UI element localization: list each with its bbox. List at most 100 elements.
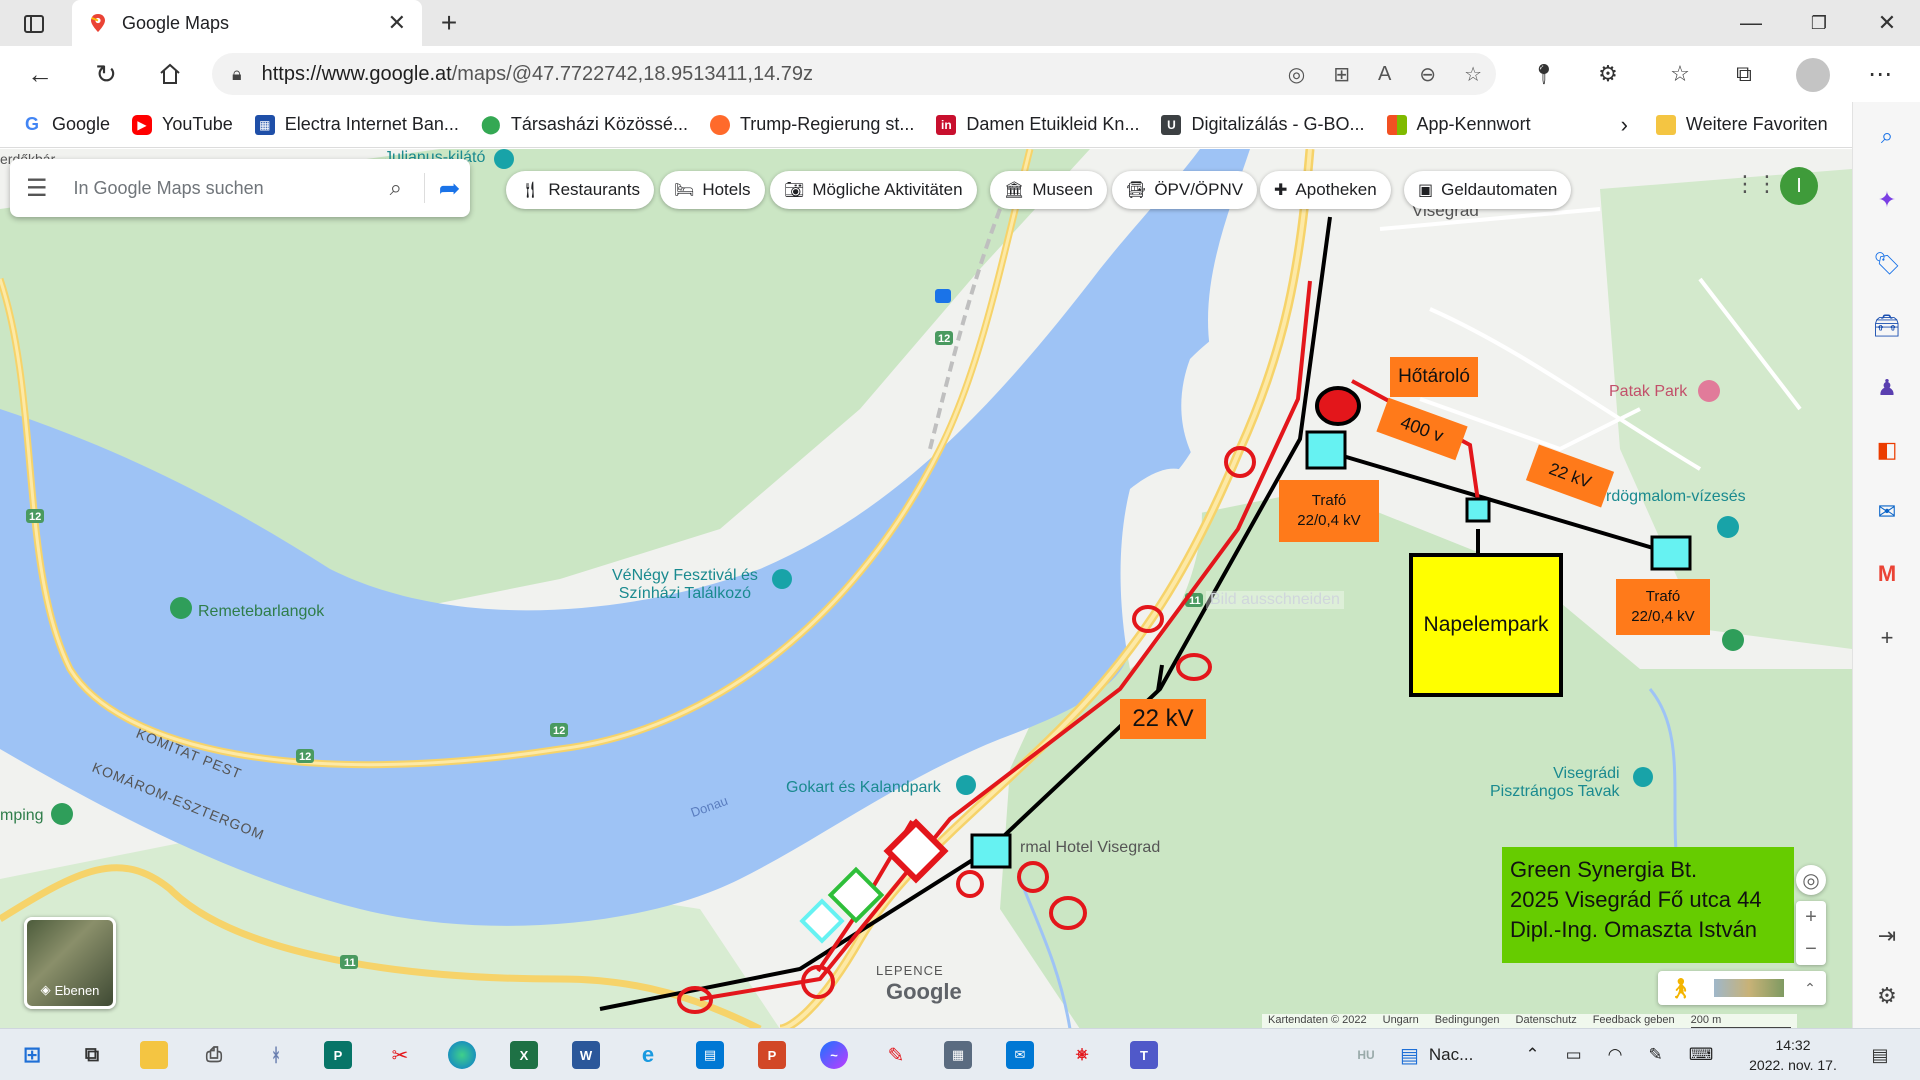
games-icon[interactable]: ♟ <box>1873 374 1901 402</box>
add-icon[interactable]: + <box>1873 624 1901 652</box>
snipping-tool-icon[interactable]: ✂ <box>386 1041 414 1069</box>
collections-icon[interactable]: ⧉ <box>1728 58 1760 90</box>
chip-apotheken[interactable]: ✚ Apotheken <box>1260 171 1391 209</box>
attribution-bedingungen[interactable]: Bedingungen <box>1435 1014 1500 1029</box>
keyboard-icon[interactable]: ⌨ <box>1689 1045 1714 1065</box>
favorites-icon[interactable]: ☆ <box>1664 58 1696 90</box>
battery-icon[interactable]: ▭ <box>1566 1045 1582 1065</box>
back-icon[interactable]: ← <box>24 58 56 90</box>
attribution-datenschutz[interactable]: Datenschutz <box>1516 1014 1577 1029</box>
paint-icon[interactable]: ✎ <box>882 1041 910 1069</box>
bookmark-app-kennwort[interactable]: App-Kennwort <box>1386 114 1531 135</box>
layers-button[interactable]: ◈ Ebenen <box>24 917 116 1009</box>
camping-poi-icon[interactable] <box>51 803 73 825</box>
scale-bar[interactable]: 200 m <box>1690 1014 1791 1029</box>
extension-pin-icon[interactable]: 📍︎ <box>1528 58 1560 90</box>
start-icon[interactable]: ⊞ <box>18 1041 46 1069</box>
outlook-icon[interactable]: ✉ <box>1873 498 1901 526</box>
store-icon[interactable]: ▤ <box>696 1041 724 1069</box>
account-avatar[interactable]: I <box>1780 167 1818 205</box>
bookmark-google[interactable]: G Google <box>22 114 110 135</box>
office-icon[interactable]: ◧ <box>1873 436 1901 464</box>
gokart-poi-icon[interactable] <box>956 775 976 795</box>
chip-aktivitaeten[interactable]: 📷︎ Mögliche Aktivitäten <box>770 171 977 209</box>
bookmark-digitalizalas[interactable]: U Digitalizálás - G-BO... <box>1161 114 1365 135</box>
profile-avatar-icon[interactable] <box>1796 58 1830 92</box>
directions-icon[interactable]: ➦ <box>424 173 460 203</box>
settings-more-icon[interactable]: ⋯ <box>1864 58 1896 90</box>
minimize-icon[interactable]: — <box>1736 8 1766 38</box>
network-app-icon[interactable]: ᚼ <box>262 1041 290 1069</box>
sidebar-settings-icon[interactable]: ⚙ <box>1873 982 1901 1010</box>
pen-icon[interactable]: ✎ <box>1648 1045 1662 1065</box>
copilot-icon[interactable]: ✦ <box>1873 186 1901 214</box>
maps-search-input[interactable]: In Google Maps suchen <box>74 178 390 199</box>
attribution-feedback[interactable]: Feedback geben <box>1593 1014 1675 1029</box>
teams-icon[interactable]: T <box>1130 1041 1158 1069</box>
tab-actions-icon[interactable] <box>20 10 48 38</box>
my-location-icon[interactable]: ◎ <box>1796 865 1826 895</box>
word-icon[interactable]: W <box>572 1041 600 1069</box>
sonne-app-icon[interactable]: ⎈ <box>1068 1041 1096 1069</box>
bookmark-youtube[interactable]: ▶ YouTube <box>132 114 233 135</box>
tab-google-maps[interactable]: Google Maps ✕ <box>72 0 422 46</box>
bookmark-trump[interactable]: Trump-Regierung st... <box>709 114 914 135</box>
expand-icon[interactable]: ⌃ <box>1804 980 1816 997</box>
chip-geldautomaten[interactable]: ▣ Geldautomaten <box>1404 171 1572 209</box>
address-bar[interactable]: 🔒︎ https://www.google.at /maps/@47.77227… <box>212 53 1496 95</box>
new-tab-button[interactable]: + <box>432 7 466 38</box>
tools-icon[interactable]: 🧰︎ <box>1873 312 1901 340</box>
file-explorer-icon[interactable] <box>140 1041 168 1069</box>
maps-search-box[interactable]: ☰ In Google Maps suchen ⌕ ➦ <box>10 159 470 217</box>
gmail-icon[interactable]: M <box>1873 560 1901 588</box>
bookmarks-overflow-icon[interactable]: › <box>1621 112 1628 138</box>
chip-oepv[interactable]: 🚍︎ ÖPV/ÖPNV <box>1112 171 1258 209</box>
zoom-out-icon[interactable]: − <box>1805 933 1817 965</box>
restore-icon[interactable]: ❐ <box>1804 8 1834 38</box>
tray-overflow-icon[interactable]: ⌃ <box>1525 1045 1539 1065</box>
zoom-in-icon[interactable]: + <box>1805 901 1817 933</box>
lock-icon[interactable]: 🔒︎ <box>232 64 242 85</box>
waterfall-poi-icon[interactable] <box>1717 516 1739 538</box>
tree-poi-icon[interactable] <box>1722 629 1744 651</box>
close-tab-icon[interactable]: ✕ <box>388 10 406 36</box>
imagery-thumbnails-icon[interactable] <box>1713 979 1784 997</box>
zoom-out-icon[interactable]: ⊖ <box>1419 62 1436 87</box>
shopping-icon[interactable]: 🏷︎ <box>1873 250 1901 278</box>
bookmark-electra[interactable]: ▦ Electra Internet Ban... <box>254 114 459 135</box>
pegman-icon[interactable]: 🚶︎ <box>1668 976 1693 1001</box>
internet-explorer-icon[interactable]: e <box>634 1041 662 1069</box>
attribution-ungarn[interactable]: Ungarn <box>1383 1014 1419 1029</box>
taskbar-clock[interactable]: 14:32 2022. nov. 17. <box>1748 1035 1838 1075</box>
hamburger-menu-icon[interactable]: ☰ <box>26 174 48 203</box>
chip-museen[interactable]: 🏛︎ Museen <box>990 171 1107 209</box>
viewpoint-poi-icon[interactable] <box>494 149 514 169</box>
park-poi-icon[interactable] <box>1698 380 1720 402</box>
venue-poi-icon[interactable] <box>772 569 792 589</box>
bookmark-damen[interactable]: in Damen Etuikleid Kn... <box>936 114 1139 135</box>
weather-icon[interactable]: ▤ <box>1400 1043 1419 1068</box>
read-aloud-icon[interactable]: A <box>1378 63 1391 86</box>
bookmark-tarsashazi[interactable]: ⬤ Társasházi Közössé... <box>481 114 688 135</box>
calculator-icon[interactable]: ▦ <box>944 1041 972 1069</box>
app-available-icon[interactable]: ⊞ <box>1333 62 1350 87</box>
hide-sidebar-icon[interactable]: ⇥ <box>1873 922 1901 950</box>
printer-icon[interactable]: ⎙ <box>200 1041 228 1069</box>
notifications-icon[interactable]: ▤ <box>1866 1041 1894 1069</box>
lakes-poi-icon[interactable] <box>1633 767 1653 787</box>
mail-icon[interactable]: ✉ <box>1006 1041 1034 1069</box>
powerpoint-icon[interactable]: P <box>758 1041 786 1069</box>
publisher-icon[interactable]: P <box>324 1041 352 1069</box>
extensions-icon[interactable]: ⚙ <box>1592 58 1624 90</box>
home-icon[interactable] <box>154 58 186 90</box>
excel-icon[interactable]: X <box>510 1041 538 1069</box>
wifi-icon[interactable]: ◠ <box>1608 1045 1623 1065</box>
bookmark-weitere-favoriten[interactable]: Weitere Favoriten <box>1655 114 1828 135</box>
chip-restaurants[interactable]: 🍴︎ Restaurants <box>506 171 654 209</box>
hiking-poi-icon[interactable] <box>170 597 192 619</box>
hidden-app-icon[interactable]: HU <box>1352 1041 1380 1069</box>
search-icon[interactable]: ⌕ <box>390 175 402 201</box>
messenger-icon[interactable]: ~ <box>820 1041 848 1069</box>
map-canvas[interactable]: 12 12 12 12 11 11 Julianus-kilátó Visegr… <box>0 149 1852 1029</box>
close-window-icon[interactable]: ✕ <box>1872 8 1902 38</box>
